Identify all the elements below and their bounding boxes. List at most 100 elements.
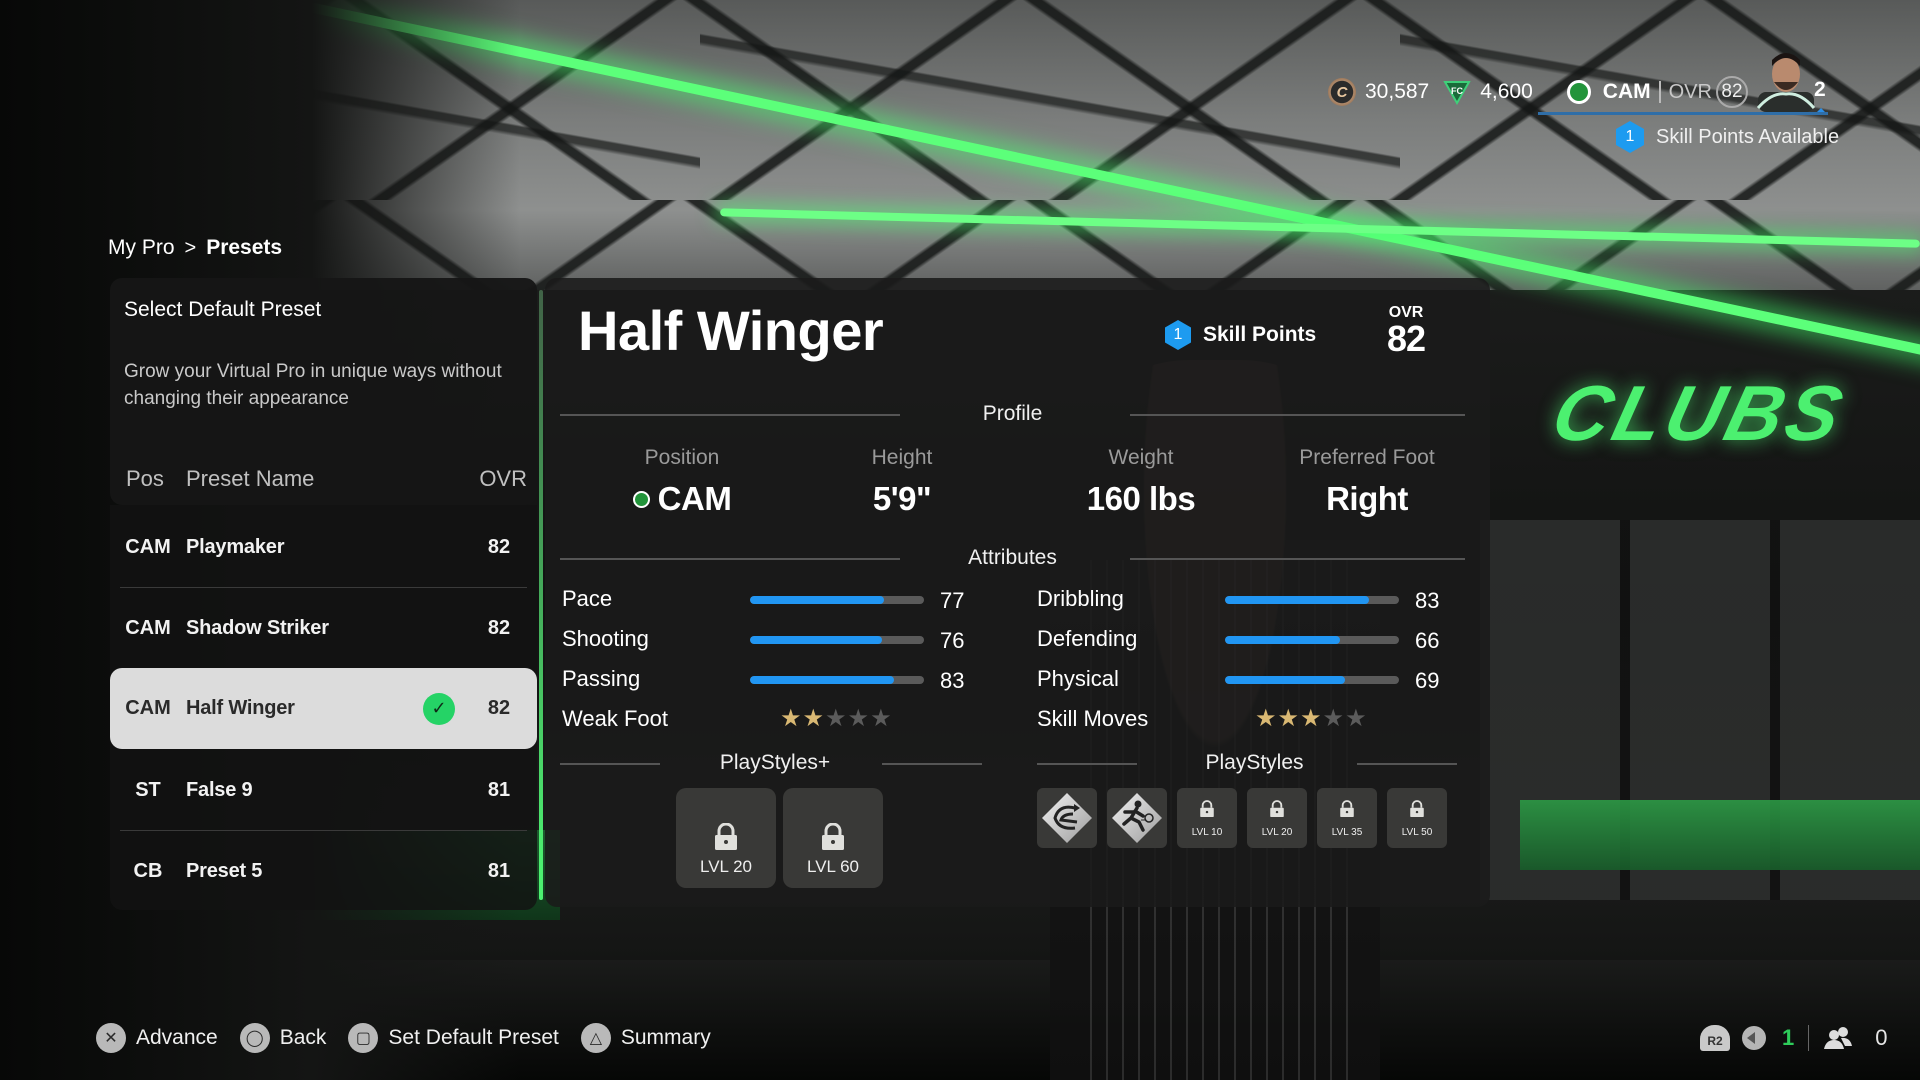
playstyle-plus-slot-locked[interactable]: LVL 20 (676, 788, 776, 888)
skill-points-available: 1 Skill Points Available (1616, 121, 1839, 153)
profile-header-spacer (560, 326, 1465, 350)
divider-line (1357, 763, 1457, 765)
preset-ovr: 81 (487, 779, 511, 801)
player-level: 2 (1814, 78, 1826, 101)
attr-pace: Pace 77 (562, 586, 972, 616)
r2-button-icon: R2 (1700, 1025, 1730, 1051)
attr-value: 83 (1415, 588, 1440, 613)
button-hints: ✕ Advance ◯ Back ▢ Set Default Preset △ … (96, 1022, 733, 1054)
star-empty-icon: ★ (1322, 705, 1345, 732)
attr-weak-foot: Weak Foot ★ ★ ★ ★ ★ (562, 706, 972, 736)
preset-name: Shadow Striker (186, 617, 329, 639)
preset-ovr: 82 (487, 697, 511, 719)
profile-foot-value: Right (1326, 480, 1408, 517)
bench (1520, 800, 1920, 870)
breadcrumb: My Pro > Presets (108, 236, 282, 260)
scrollbar-thumb[interactable] (539, 290, 543, 900)
hud-ovr-value: 82 (1715, 76, 1748, 108)
square-button-icon: ▢ (348, 1023, 379, 1053)
voice-count: 1 (1782, 1025, 1795, 1050)
hud-ovr-label: OVR (1668, 80, 1712, 103)
attr-bar-fill (750, 676, 895, 684)
profile-position-value: CAM (657, 480, 732, 517)
breadcrumb-presets: Presets (206, 236, 283, 259)
playstyle-slot-locked[interactable]: LVL 50 (1387, 788, 1447, 848)
hint-set-default-preset[interactable]: ▢ Set Default Preset (348, 1023, 559, 1053)
panel-description: Grow your Virtual Pro in unique ways wit… (124, 361, 502, 409)
hint-label: Set Default Preset (388, 1026, 559, 1049)
attr-name: Shooting (562, 626, 649, 651)
preset-ovr: 82 (487, 536, 511, 558)
star-filled-icon: ★ (1255, 705, 1277, 732)
unlock-level: LVL 35 (1331, 827, 1363, 838)
profile-weight-label: Weight (1108, 446, 1174, 469)
star-filled-icon: ★ (802, 705, 825, 732)
preset-pos: CAM (125, 697, 171, 719)
hint-back[interactable]: ◯ Back (239, 1023, 327, 1053)
weak-foot-stars: ★ ★ ★ ★ ★ (780, 707, 892, 731)
column-preset-name: Preset Name (186, 466, 315, 491)
preset-name: False 9 (186, 779, 253, 801)
star-empty-icon: ★ (825, 705, 847, 732)
hint-summary[interactable]: △ Summary (580, 1023, 711, 1053)
profile-height-label: Height (871, 446, 933, 469)
playstyles-plus-divider: PlayStyles+ (560, 751, 990, 775)
profile-preferred-foot: Preferred Foot Right (1267, 446, 1467, 518)
attr-bar-fill (1225, 676, 1346, 684)
clubs-neon-sign: CLUBS (1544, 369, 1855, 457)
playstyle-power-shot[interactable] (1107, 788, 1167, 848)
preset-row-shadow-striker[interactable]: CAM Shadow Striker 82 (110, 588, 537, 669)
attr-name: Passing (562, 666, 641, 691)
triangle-button-icon: △ (580, 1023, 611, 1053)
star-empty-icon: ★ (870, 705, 892, 732)
playstyle-slot-locked[interactable]: LVL 35 (1317, 788, 1377, 848)
fc-points-icon: FC (1443, 81, 1471, 105)
chevron-right-icon: > (184, 236, 197, 259)
preset-pos: ST (135, 779, 161, 801)
attr-bar (1225, 636, 1399, 644)
default-check-icon: ✓ (423, 692, 455, 725)
preset-table-header: Pos Preset Name OVR (126, 466, 527, 492)
playstyle-slot-locked[interactable]: LVL 10 (1177, 788, 1237, 848)
profile-divider: Profile (560, 402, 1465, 426)
attributes-divider: Attributes (560, 546, 1465, 570)
preset-name: Preset 5 (186, 860, 263, 882)
attr-bar-fill (750, 636, 883, 644)
points-value: 4,600 (1480, 80, 1533, 103)
preset-ovr: 81 (487, 860, 511, 882)
svg-text:FC: FC (1451, 86, 1463, 96)
playstyle-plus-slot-locked[interactable]: LVL 60 (783, 788, 883, 888)
preset-list-scrollbar[interactable] (539, 290, 543, 900)
lock-icon (715, 823, 737, 850)
preset-row-playmaker[interactable]: CAM Playmaker 82 (110, 507, 537, 588)
attr-bar (1225, 676, 1399, 684)
playstyle-incisive-pass[interactable] (1037, 788, 1097, 848)
attr-name: Pace (562, 586, 613, 611)
speaker-icon (1742, 1026, 1766, 1050)
unlock-level: LVL 20 (700, 857, 752, 876)
divider-line (1130, 414, 1465, 416)
divider-line (1130, 558, 1465, 560)
party-members-icon (1824, 1027, 1853, 1049)
attr-name: Physical (1037, 666, 1119, 691)
playstyle-slot-locked[interactable]: LVL 20 (1247, 788, 1307, 848)
profile-weight-value: 160 lbs (1086, 480, 1196, 517)
preset-row-false-9[interactable]: ST False 9 81 (110, 750, 537, 831)
player-avatar[interactable] (1752, 48, 1820, 112)
preset-row-preset-5[interactable]: CB Preset 5 81 (110, 831, 537, 912)
attr-bar (750, 676, 924, 684)
divider (1808, 1025, 1810, 1051)
club-coins-icon: C (1328, 78, 1356, 106)
lock-icon (1410, 800, 1424, 817)
hint-advance[interactable]: ✕ Advance (96, 1023, 218, 1053)
attr-bar-fill (750, 596, 884, 604)
xp-progress-fill (1538, 112, 1828, 115)
position-dot-icon (632, 490, 650, 508)
breadcrumb-my-pro[interactable]: My Pro (108, 236, 175, 260)
column-ovr: OVR (479, 466, 527, 491)
hint-label: Back (279, 1026, 327, 1049)
profile-foot-label: Preferred Foot (1299, 446, 1435, 469)
preset-panel-header: Select Default Preset Grow your Virtual … (110, 278, 537, 505)
preset-row-half-winger[interactable]: CAM Half Winger ✓ 82 (110, 668, 537, 749)
column-pos: Pos (126, 466, 164, 491)
